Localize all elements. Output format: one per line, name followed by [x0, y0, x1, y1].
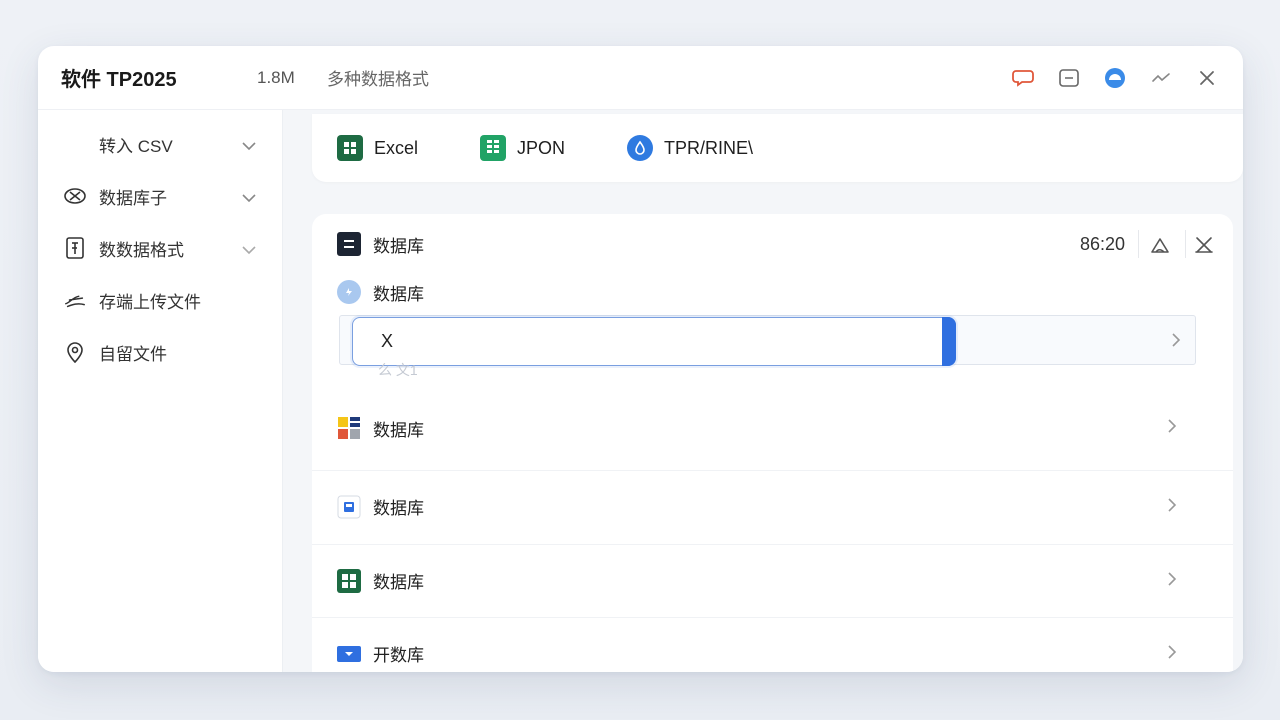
- chevron-right-icon[interactable]: [1167, 497, 1177, 518]
- chevron-right-icon[interactable]: [1167, 644, 1177, 665]
- triangle-tool-icon[interactable]: [1149, 234, 1171, 256]
- chat-icon[interactable]: [1011, 66, 1035, 90]
- panel-subheader: 数据库: [312, 274, 1233, 310]
- excel-icon: [337, 135, 363, 161]
- sidebar: 转入 CSV 数据库子 数数据格式 存端上传文件 自留文件: [38, 110, 283, 672]
- document-icon: [63, 236, 87, 260]
- grid-color-icon: [337, 416, 361, 440]
- minimize-icon[interactable]: [1057, 66, 1081, 90]
- input-value: X: [381, 331, 394, 351]
- save-icon: [337, 495, 361, 519]
- format-label: TPR/RINE\: [664, 137, 754, 158]
- header-divider: [1185, 230, 1186, 258]
- list-item-label: 数据库: [373, 420, 424, 440]
- drop-icon: [627, 135, 654, 161]
- cloud-icon[interactable]: [1103, 66, 1127, 90]
- list-item[interactable]: 数据库: [312, 544, 1233, 616]
- main-content: Excel JPON TPR/RINE\ 数据库 86:20 数据库 X 么 文…: [283, 110, 1243, 672]
- input-row: X 么 文1: [339, 315, 1196, 378]
- format-tpr[interactable]: TPR/RINE\: [627, 135, 753, 161]
- database-input[interactable]: X: [352, 317, 956, 366]
- list-item-label: 开数库: [373, 646, 424, 665]
- sidebar-item-label: 转入 CSV: [99, 136, 173, 156]
- dropdown-box-icon: [337, 642, 361, 666]
- chevron-right-icon[interactable]: [1167, 571, 1177, 592]
- list-item[interactable]: 开数库: [312, 617, 1233, 672]
- chevron-right-icon[interactable]: [1167, 418, 1177, 439]
- app-title: 软件 TP2025: [61, 69, 177, 91]
- shield-badge-icon: [337, 280, 361, 304]
- eye-off-icon: [63, 184, 87, 208]
- panel-subtitle: 数据库: [373, 284, 424, 304]
- format-bar: Excel JPON TPR/RINE\: [312, 114, 1243, 182]
- import-icon: [63, 132, 87, 156]
- chevron-down-icon[interactable]: [242, 240, 256, 260]
- chevron-right-icon[interactable]: [1171, 332, 1181, 353]
- panel-header: 数据库 86:20: [312, 214, 1233, 274]
- sidebar-item-label: 自留文件: [99, 344, 167, 364]
- location-pin-icon: [63, 340, 87, 364]
- close-icon[interactable]: [1195, 66, 1219, 90]
- list-item-label: 数据库: [373, 573, 424, 592]
- sidebar-item-database[interactable]: 数据库子: [38, 170, 282, 222]
- format-label: JPON: [517, 137, 566, 158]
- input-cap: [942, 317, 956, 366]
- sheet-icon: [480, 135, 507, 161]
- panel-time: 86:20: [1079, 234, 1125, 254]
- list-item[interactable]: 数据库: [312, 392, 1233, 464]
- header-divider: [1138, 230, 1139, 258]
- sidebar-item-label: 数数据格式: [99, 240, 184, 260]
- database-panel: 数据库 86:20 数据库 X 么 文1 数据库 数据库 数据库 开数库: [312, 214, 1233, 672]
- sidebar-item-data-format[interactable]: 数数据格式: [38, 222, 282, 274]
- format-excel[interactable]: Excel: [337, 135, 418, 161]
- title-bar: 软件 TP2025 1.8M 多种数据格式: [38, 46, 1243, 110]
- panel-title: 数据库: [373, 236, 424, 256]
- sidebar-item-import-csv[interactable]: 转入 CSV: [38, 118, 282, 170]
- list-item-label: 数据库: [373, 499, 424, 518]
- format-jpon[interactable]: JPON: [480, 135, 565, 161]
- file-size: 1.8M: [257, 67, 295, 87]
- sidebar-item-saved-files[interactable]: 自留文件: [38, 326, 282, 378]
- collapse-icon[interactable]: [1149, 66, 1173, 90]
- sidebar-item-label: 存端上传文件: [99, 292, 201, 312]
- chevron-down-icon[interactable]: [242, 136, 256, 156]
- sidebar-item-label: 数据库子: [99, 188, 167, 208]
- chevron-down-icon[interactable]: [242, 188, 256, 208]
- title-subtitle: 多种数据格式: [327, 70, 429, 89]
- input-hint: 么 文1: [378, 362, 418, 378]
- list-item[interactable]: 数据库: [312, 470, 1233, 542]
- app-window: 软件 TP2025 1.8M 多种数据格式 转入 CSV 数据库子 数数据格式 …: [38, 46, 1243, 672]
- format-label: Excel: [374, 137, 419, 158]
- panel-close-icon[interactable]: [1193, 234, 1215, 256]
- upload-cloud-icon: [63, 288, 87, 312]
- database-icon: [337, 232, 361, 256]
- sidebar-item-cloud-upload[interactable]: 存端上传文件: [38, 274, 282, 326]
- apps-icon: [337, 568, 361, 593]
